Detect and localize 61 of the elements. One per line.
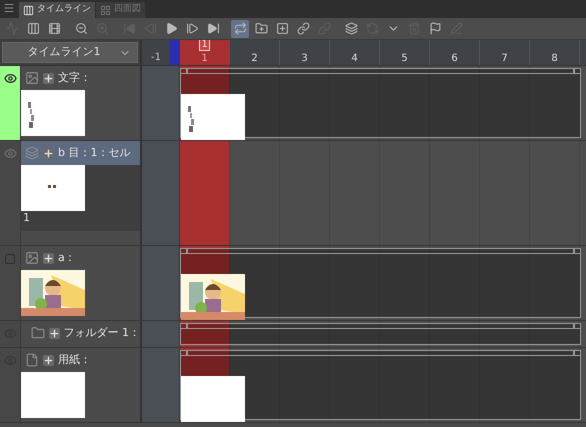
visibility-checkbox[interactable] — [5, 254, 15, 264]
frame-header[interactable]: 7 — [480, 40, 530, 65]
start-marker[interactable] — [170, 40, 180, 65]
square-plus-icon — [276, 22, 288, 35]
layer-name: 文字： — [58, 70, 91, 86]
step-forward-icon — [186, 22, 198, 35]
eye-icon[interactable] — [4, 72, 16, 85]
zoom-out-icon — [74, 22, 88, 35]
frame-header[interactable]: 8 — [530, 40, 580, 65]
plus-icon[interactable] — [43, 148, 54, 158]
frame-header[interactable]: 6 — [430, 40, 480, 65]
cel-number: 1 — [21, 211, 85, 231]
layer-header[interactable]: b 目：1：セル — [21, 141, 140, 165]
image-icon — [25, 71, 39, 85]
frame-number: 6 — [451, 52, 458, 65]
timeline-select[interactable]: タイムライン1 — [2, 42, 138, 63]
clip-bar[interactable] — [180, 323, 581, 345]
current-frame-header[interactable]: 1 1 — [180, 40, 230, 65]
frame-number: 2 — [251, 52, 258, 65]
frame-number: 4 — [351, 52, 358, 65]
layer-name: b 目：1：セル — [58, 144, 130, 161]
link-icon — [296, 22, 310, 35]
flag-icon — [428, 22, 442, 35]
frame-header[interactable]: 4 — [330, 40, 380, 65]
layer-header[interactable]: a： — [21, 246, 140, 270]
folder-plus-icon — [254, 22, 268, 35]
menu-icon[interactable] — [3, 2, 15, 14]
skip-forward-icon — [206, 22, 220, 35]
layer-header[interactable]: 用紙： — [21, 348, 140, 372]
playhead-marker[interactable]: 1 — [199, 40, 210, 51]
layer-header[interactable]: 文字： — [21, 66, 140, 90]
frame-header[interactable]: 5 — [380, 40, 430, 65]
plus-icon[interactable] — [43, 252, 54, 264]
film-icon — [48, 22, 60, 35]
columns-icon — [26, 22, 40, 35]
folder-icon — [30, 326, 44, 340]
layer-name: a： — [58, 250, 76, 266]
frame-header[interactable]: 2 — [230, 40, 280, 65]
frame-number: 5 — [401, 52, 408, 65]
plus-icon[interactable] — [48, 328, 60, 338]
columns-icon — [23, 4, 34, 16]
frame-header[interactable]: 3 — [280, 40, 330, 65]
loop-button[interactable] — [231, 20, 249, 38]
plus-icon[interactable] — [43, 354, 54, 366]
grid-icon — [100, 4, 111, 16]
image-icon — [25, 251, 39, 265]
frame-number: 1 — [201, 52, 208, 65]
plus-icon[interactable] — [43, 72, 54, 84]
frame-number: 3 — [301, 52, 308, 65]
layer-header[interactable]: フォルダー 1： — [21, 321, 140, 345]
frame-number: 8 — [551, 52, 558, 65]
frame-number: 7 — [501, 52, 508, 65]
layer-name: 用紙： — [58, 352, 91, 368]
page-icon — [25, 353, 39, 367]
frame-number: -1 — [150, 51, 162, 65]
loop-icon — [234, 22, 246, 35]
layers-icon — [344, 22, 358, 35]
play-icon — [164, 22, 178, 35]
panel-tab[interactable]: タイムライン — [19, 2, 95, 18]
layer-name: フォルダー 1： — [64, 324, 140, 341]
layers-icon — [25, 146, 39, 160]
